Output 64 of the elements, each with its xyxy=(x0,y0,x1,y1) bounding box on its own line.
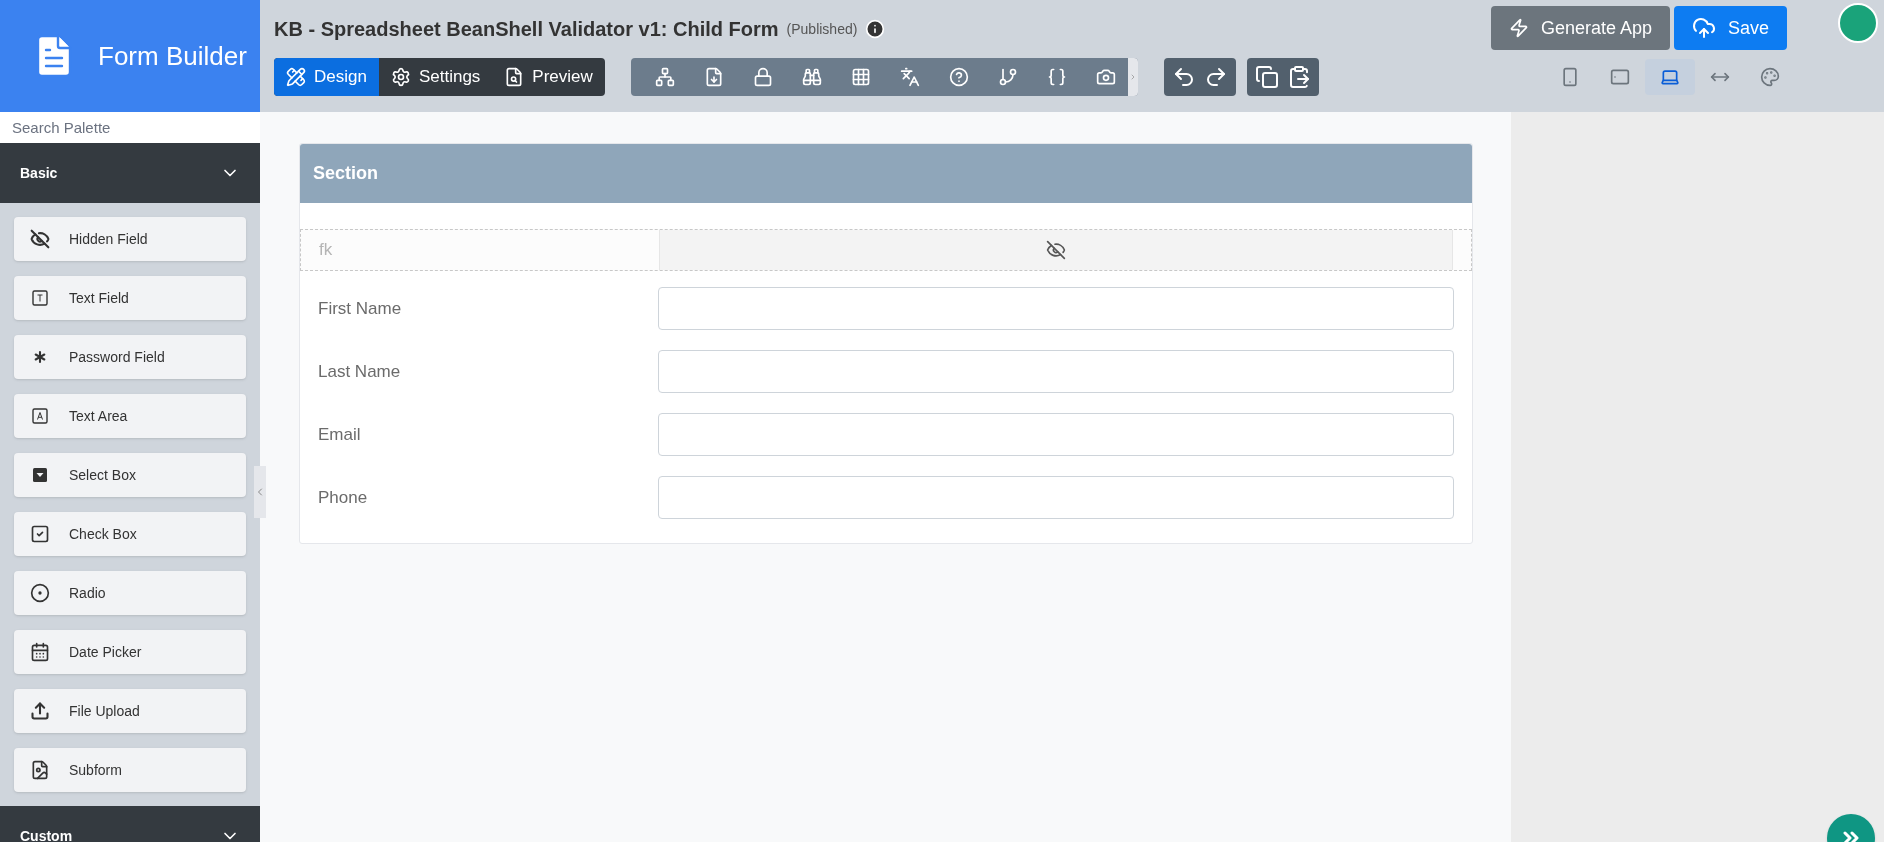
palette-item[interactable]: Date Picker xyxy=(14,630,246,674)
palette-item[interactable]: Radio xyxy=(14,571,246,615)
palette-item[interactable]: Text Field xyxy=(14,276,246,320)
collapse-handle[interactable] xyxy=(254,466,266,518)
eye-off-icon xyxy=(1046,240,1066,260)
document-down-icon xyxy=(704,67,725,87)
help-icon xyxy=(949,67,970,87)
palette-group-header[interactable]: Basic xyxy=(0,143,260,203)
field-label: Email xyxy=(317,423,362,446)
eye-off-icon xyxy=(30,229,50,249)
lock-icon xyxy=(753,67,774,87)
mode-tab[interactable]: Preview xyxy=(492,58,605,96)
text-input[interactable] xyxy=(658,413,1454,456)
branch-icon xyxy=(998,67,1019,87)
text-box-icon xyxy=(31,289,49,307)
status-label: (Published) xyxy=(786,19,858,39)
palette-item[interactable]: Check Box xyxy=(14,512,246,556)
palette-item[interactable]: Subform xyxy=(14,748,246,792)
hierarchy-icon xyxy=(655,67,676,87)
palette-icon xyxy=(1759,67,1780,87)
upload-icon xyxy=(30,701,50,721)
letter-box-icon xyxy=(31,407,49,425)
file-image-icon xyxy=(30,760,50,780)
palette-item[interactable]: Select Box xyxy=(14,453,246,497)
mode-tab[interactable]: Design xyxy=(274,58,379,96)
tablet-icon xyxy=(1609,67,1630,87)
field-label: Phone xyxy=(317,486,369,509)
field-label: Last Name xyxy=(317,360,402,383)
palette-item[interactable]: Password Field xyxy=(14,335,246,379)
palette-group-header[interactable]: Custom xyxy=(0,806,260,842)
field-label: fk xyxy=(318,239,334,262)
cloud-upload-icon xyxy=(1691,16,1716,40)
app-title: Form Builder xyxy=(98,39,247,73)
text-input[interactable] xyxy=(658,476,1454,519)
device-view-button[interactable] xyxy=(1644,59,1695,95)
generate-app-button[interactable]: Generate App xyxy=(1490,6,1670,50)
dropdown-box-icon xyxy=(31,466,49,484)
binoculars-icon xyxy=(802,67,823,87)
pencil-ruler-icon xyxy=(286,67,306,87)
info-icon xyxy=(865,19,886,39)
copy-icon[interactable] xyxy=(1254,65,1279,89)
checkbox-icon xyxy=(30,524,50,544)
laptop-icon xyxy=(1659,67,1680,87)
lightning-icon xyxy=(1508,18,1529,38)
text-input[interactable] xyxy=(658,287,1454,330)
palette-item[interactable]: Hidden Field xyxy=(14,217,246,261)
settings-icon xyxy=(390,67,411,87)
form-title: KB - Spreadsheet BeanShell Validator v1: Child Form xyxy=(274,17,779,42)
avatar[interactable] xyxy=(1838,3,1878,43)
scroll-right-button[interactable] xyxy=(1127,58,1138,96)
grid-icon xyxy=(851,67,872,87)
save-button[interactable]: Save xyxy=(1673,6,1787,50)
radio-icon xyxy=(30,583,50,603)
calendar-icon xyxy=(30,642,50,662)
text-input[interactable] xyxy=(658,350,1454,393)
braces-icon xyxy=(1047,67,1068,87)
camera-icon xyxy=(1096,67,1117,87)
palette-item[interactable]: Text Area xyxy=(14,394,246,438)
mode-tab[interactable]: Settings xyxy=(378,58,493,96)
search-field[interactable]: Search Palette xyxy=(0,112,260,143)
translate-icon xyxy=(900,67,921,87)
field-label: First Name xyxy=(317,297,403,320)
section-title: Section xyxy=(313,162,378,185)
palette-item[interactable]: File Upload xyxy=(14,689,246,733)
